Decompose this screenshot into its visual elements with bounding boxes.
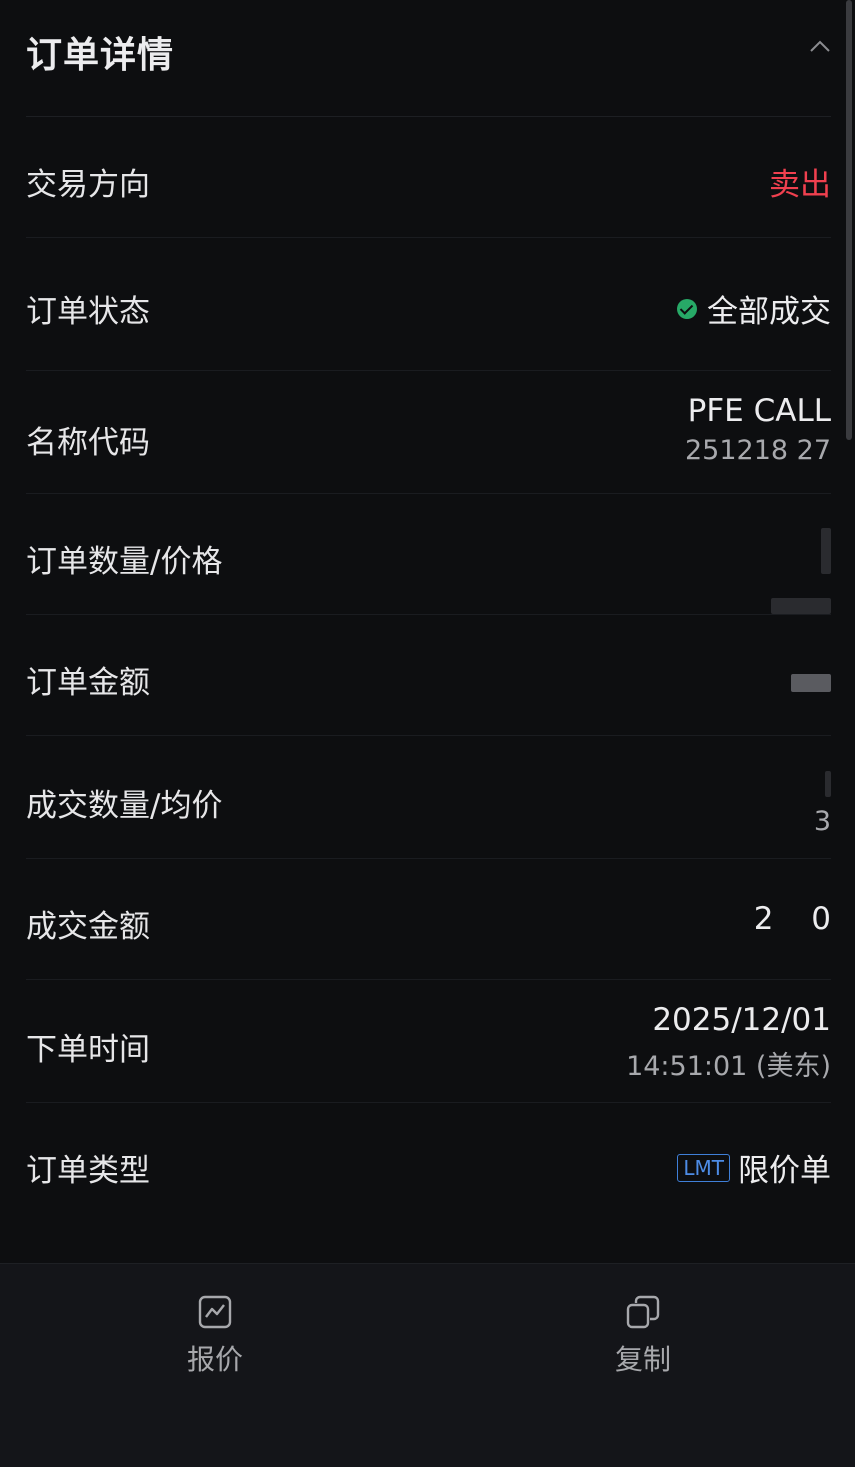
row-name-code: 名称代码 PFE CALL 251218 27 <box>26 371 831 494</box>
lmt-badge: LMT <box>677 1153 730 1182</box>
symbol-name: PFE CALL <box>687 393 831 429</box>
copy-icon <box>626 1295 660 1329</box>
filled-qty-avg-value: 3 <box>814 764 831 837</box>
direction-value: 卖出 <box>769 167 831 203</box>
scrollbar[interactable] <box>846 0 852 440</box>
quote-button[interactable]: 报价 <box>145 1294 285 1378</box>
row-order-qty-price: 订单数量/价格 <box>26 494 831 615</box>
row-direction: 交易方向 卖出 <box>26 117 831 238</box>
order-detail-header: 订单详情 <box>26 0 831 117</box>
row-status: 订单状态 全部成交 <box>26 238 831 371</box>
copy-label: 复制 <box>614 1343 671 1376</box>
symbol-code: 251218 27 <box>684 435 831 466</box>
row-order-type: 订单类型 LMT 限价单 <box>26 1103 831 1223</box>
redacted-mask <box>791 673 831 692</box>
bottom-action-bar: 报价 复制 <box>0 1263 855 1467</box>
row-filled-qty-avg: 成交数量/均价 3 <box>26 736 831 859</box>
redacted-mask <box>771 597 831 614</box>
row-label: 成交数量/均价 <box>26 788 223 824</box>
order-type-value-wrap: LMT 限价单 <box>677 1145 831 1190</box>
row-label: 订单状态 <box>26 294 150 330</box>
row-label: 订单数量/价格 <box>26 544 223 580</box>
quote-label: 报价 <box>186 1343 243 1376</box>
order-detail-page: 订单详情 交易方向 卖出 订单状态 全部成交 名称代码 PFE CALL 251… <box>0 0 855 1467</box>
name-code-value[interactable]: PFE CALL 251218 27 <box>685 393 831 466</box>
order-detail-rows: 交易方向 卖出 订单状态 全部成交 名称代码 PFE CALL 251218 2… <box>26 117 831 1223</box>
row-label: 名称代码 <box>26 425 150 461</box>
order-date: 2025/12/01 <box>652 1002 831 1038</box>
row-label: 下单时间 <box>26 1032 150 1068</box>
status-value: 全部成交 <box>707 294 831 330</box>
status-value-wrap: 全部成交 <box>677 286 831 331</box>
redacted-mask <box>825 770 831 797</box>
order-type-value: 限价单 <box>738 1153 831 1189</box>
row-label: 交易方向 <box>26 167 150 203</box>
avg-price: 3 <box>813 806 831 837</box>
row-label: 订单金额 <box>26 665 150 701</box>
page-title: 订单详情 <box>26 35 175 76</box>
order-clock: 14:51:01 (美东) <box>626 1051 831 1082</box>
redacted-mask <box>821 528 831 574</box>
row-order-time: 下单时间 2025/12/01 14:51:01 (美东) <box>26 980 831 1103</box>
clipped-row-hint <box>26 1240 831 1264</box>
filled-amount-value: 2 0 <box>753 901 831 937</box>
chevron-up-icon[interactable] <box>809 36 831 58</box>
row-label: 订单类型 <box>26 1153 150 1189</box>
check-circle-icon <box>677 298 697 319</box>
order-amount-value <box>791 663 831 699</box>
row-label: 成交金额 <box>26 909 150 945</box>
chart-icon <box>198 1295 232 1329</box>
copy-button[interactable]: 复制 <box>573 1294 713 1378</box>
order-qty-price-value <box>771 528 831 622</box>
row-filled-amount: 成交金额 2 0 <box>26 859 831 980</box>
row-order-amount: 订单金额 <box>26 615 831 736</box>
order-time-value: 2025/12/01 14:51:01 (美东) <box>626 1002 831 1083</box>
